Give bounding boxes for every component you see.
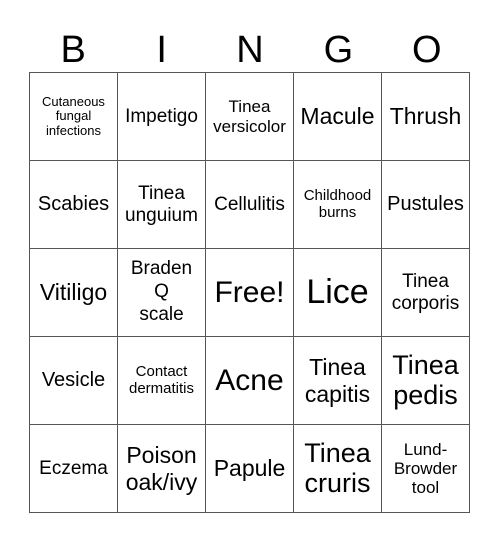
- bingo-cell[interactable]: Contact dermatitis: [118, 337, 206, 425]
- header-letter-o: O: [412, 29, 442, 71]
- bingo-cell[interactable]: Tinea pedis: [382, 337, 470, 425]
- bingo-grid: Cutaneous fungal infections Impetigo Tin…: [29, 72, 470, 513]
- bingo-cell[interactable]: Braden Q scale: [118, 249, 206, 337]
- bingo-cell free-space[interactable]: Free!: [206, 249, 294, 337]
- bingo-cell[interactable]: Vesicle: [30, 337, 118, 425]
- bingo-cell[interactable]: Tinea unguium: [118, 161, 206, 249]
- bingo-cell[interactable]: Cellulitis: [206, 161, 294, 249]
- bingo-cell[interactable]: Impetigo: [118, 73, 206, 161]
- bingo-cell[interactable]: Tinea versicolor: [206, 73, 294, 161]
- bingo-cell[interactable]: Tinea cruris: [294, 425, 382, 513]
- header-letter-n: N: [236, 29, 264, 71]
- bingo-cell[interactable]: Acne: [206, 337, 294, 425]
- bingo-cell[interactable]: Vitiligo: [30, 249, 118, 337]
- bingo-cell[interactable]: Pustules: [382, 161, 470, 249]
- bingo-cell[interactable]: Poison oak/ivy: [118, 425, 206, 513]
- bingo-cell[interactable]: Scabies: [30, 161, 118, 249]
- bingo-cell[interactable]: Tinea corporis: [382, 249, 470, 337]
- header-letter-g: G: [323, 29, 354, 71]
- header-letter-i: I: [156, 29, 167, 71]
- bingo-cell[interactable]: Childhood burns: [294, 161, 382, 249]
- bingo-cell[interactable]: Cutaneous fungal infections: [30, 73, 118, 161]
- bingo-cell[interactable]: Macule: [294, 73, 382, 161]
- bingo-cell[interactable]: Lice: [294, 249, 382, 337]
- header-letter-b: B: [60, 29, 86, 71]
- bingo-cell[interactable]: Thrush: [382, 73, 470, 161]
- bingo-header: B I N G O: [29, 26, 471, 74]
- bingo-cell[interactable]: Lund-Browder tool: [382, 425, 470, 513]
- bingo-cell[interactable]: Tinea capitis: [294, 337, 382, 425]
- bingo-cell[interactable]: Papule: [206, 425, 294, 513]
- bingo-cell[interactable]: Eczema: [30, 425, 118, 513]
